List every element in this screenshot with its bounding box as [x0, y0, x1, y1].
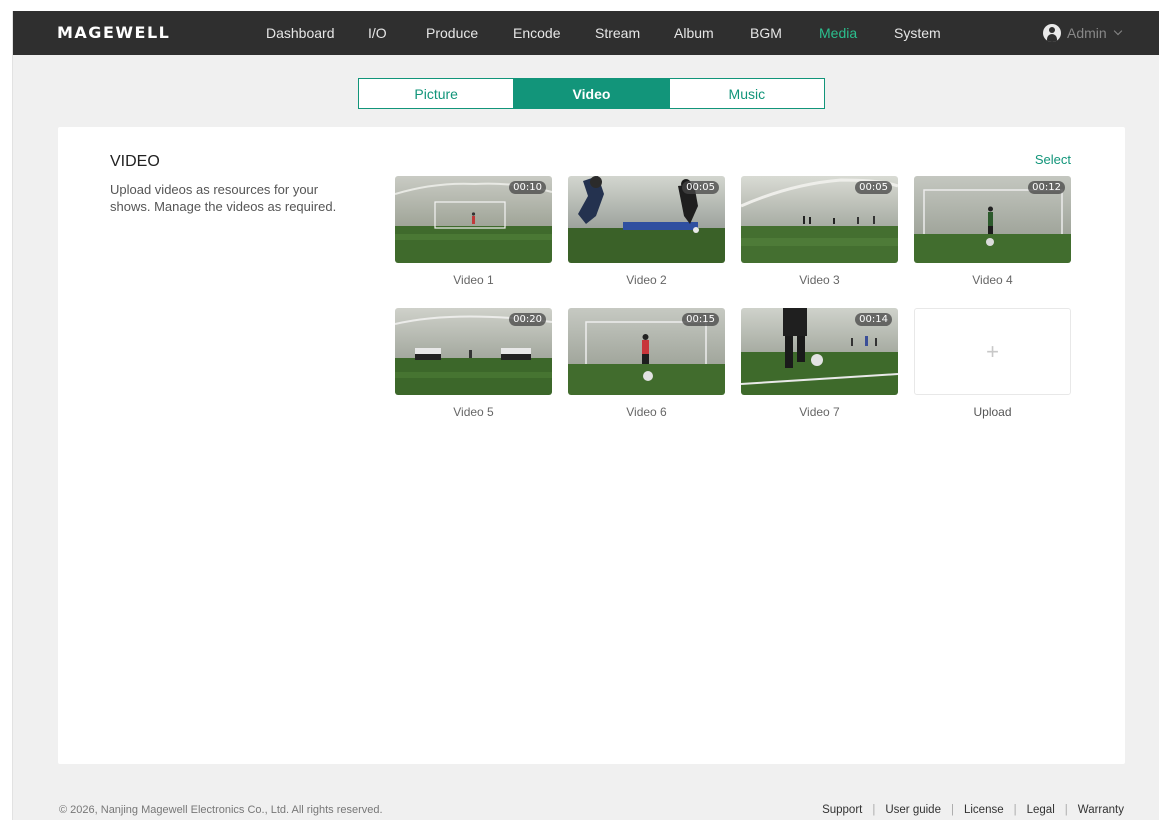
media-tabs: Picture Video Music [358, 78, 825, 109]
top-navbar: MAGEWELL Dashboard I/O Produce Encode St… [13, 11, 1159, 55]
footer-link-license[interactable]: License [964, 804, 1004, 816]
tab-video[interactable]: Video [513, 79, 669, 108]
duration-badge: 00:05 [682, 181, 719, 194]
upload-label: Upload [973, 405, 1012, 419]
video-item[interactable]: 00:12 Video 4 [914, 176, 1071, 287]
section-title: VIDEO [110, 153, 160, 170]
upload-button[interactable]: + [914, 308, 1071, 395]
user-avatar-icon [1043, 24, 1061, 42]
video-name: Video 1 [453, 273, 494, 287]
upload-item[interactable]: + Upload [914, 308, 1071, 419]
nav-item-encode[interactable]: Encode [513, 25, 560, 41]
video-name: Video 5 [453, 405, 494, 419]
footer-link-support[interactable]: Support [822, 804, 862, 816]
video-thumbnail[interactable]: 00:05 [741, 176, 898, 263]
video-item[interactable]: 00:14 Video 7 [741, 308, 898, 419]
footer-link-legal[interactable]: Legal [1027, 804, 1055, 816]
footer-separator: | [950, 804, 954, 816]
duration-badge: 00:12 [1028, 181, 1065, 194]
app-frame: MAGEWELL Dashboard I/O Produce Encode St… [12, 11, 1159, 820]
plus-icon: + [986, 338, 999, 364]
video-name: Video 6 [626, 405, 667, 419]
duration-badge: 00:05 [855, 181, 892, 194]
video-panel: VIDEO Upload videos as resources for you… [58, 127, 1125, 764]
video-item[interactable]: 00:15 Video 6 [568, 308, 725, 419]
video-thumbnail[interactable]: 00:10 [395, 176, 552, 263]
footer-separator: | [1013, 804, 1017, 816]
nav-item-produce[interactable]: Produce [426, 25, 478, 41]
section-description: Upload videos as resources for your show… [110, 182, 337, 214]
video-name: Video 3 [799, 273, 840, 287]
tab-picture[interactable]: Picture [359, 79, 513, 108]
video-item[interactable]: 00:05 Video 3 [741, 176, 898, 287]
user-name: Admin [1067, 25, 1107, 41]
select-button[interactable]: Select [1035, 152, 1071, 167]
chevron-down-icon [1113, 26, 1122, 36]
copyright-text: © 2026, Nanjing Magewell Electronics Co.… [59, 804, 383, 816]
tab-music[interactable]: Music [668, 79, 824, 108]
user-menu[interactable]: Admin [1043, 24, 1122, 42]
video-thumbnail[interactable]: 00:12 [914, 176, 1071, 263]
video-item[interactable]: 00:20 Video 5 [395, 308, 552, 419]
video-name: Video 2 [626, 273, 667, 287]
nav-item-bgm[interactable]: BGM [750, 25, 782, 41]
nav-item-media[interactable]: Media [819, 25, 857, 41]
video-item[interactable]: 00:10 Video 1 [395, 176, 552, 287]
footer: © 2026, Nanjing Magewell Electronics Co.… [13, 791, 1159, 820]
video-item[interactable]: 00:05 Video 2 [568, 176, 725, 287]
nav-item-stream[interactable]: Stream [595, 25, 640, 41]
video-thumbnail[interactable]: 00:15 [568, 308, 725, 395]
nav-item-io[interactable]: I/O [368, 25, 387, 41]
nav-item-album[interactable]: Album [674, 25, 714, 41]
footer-link-user-guide[interactable]: User guide [885, 804, 941, 816]
video-thumbnail[interactable]: 00:20 [395, 308, 552, 395]
magewell-logo[interactable]: MAGEWELL [57, 23, 170, 42]
nav-item-system[interactable]: System [894, 25, 941, 41]
footer-links: Support | User guide | License | Legal |… [822, 804, 1124, 816]
footer-separator: | [872, 804, 876, 816]
duration-badge: 00:15 [682, 313, 719, 326]
video-thumbnail[interactable]: 00:14 [741, 308, 898, 395]
footer-link-warranty[interactable]: Warranty [1078, 804, 1124, 816]
nav-item-dashboard[interactable]: Dashboard [266, 25, 335, 41]
video-thumbnail[interactable]: 00:05 [568, 176, 725, 263]
video-name: Video 4 [972, 273, 1013, 287]
duration-badge: 00:20 [509, 313, 546, 326]
duration-badge: 00:10 [509, 181, 546, 194]
video-name: Video 7 [799, 405, 840, 419]
footer-separator: | [1064, 804, 1068, 816]
duration-badge: 00:14 [855, 313, 892, 326]
